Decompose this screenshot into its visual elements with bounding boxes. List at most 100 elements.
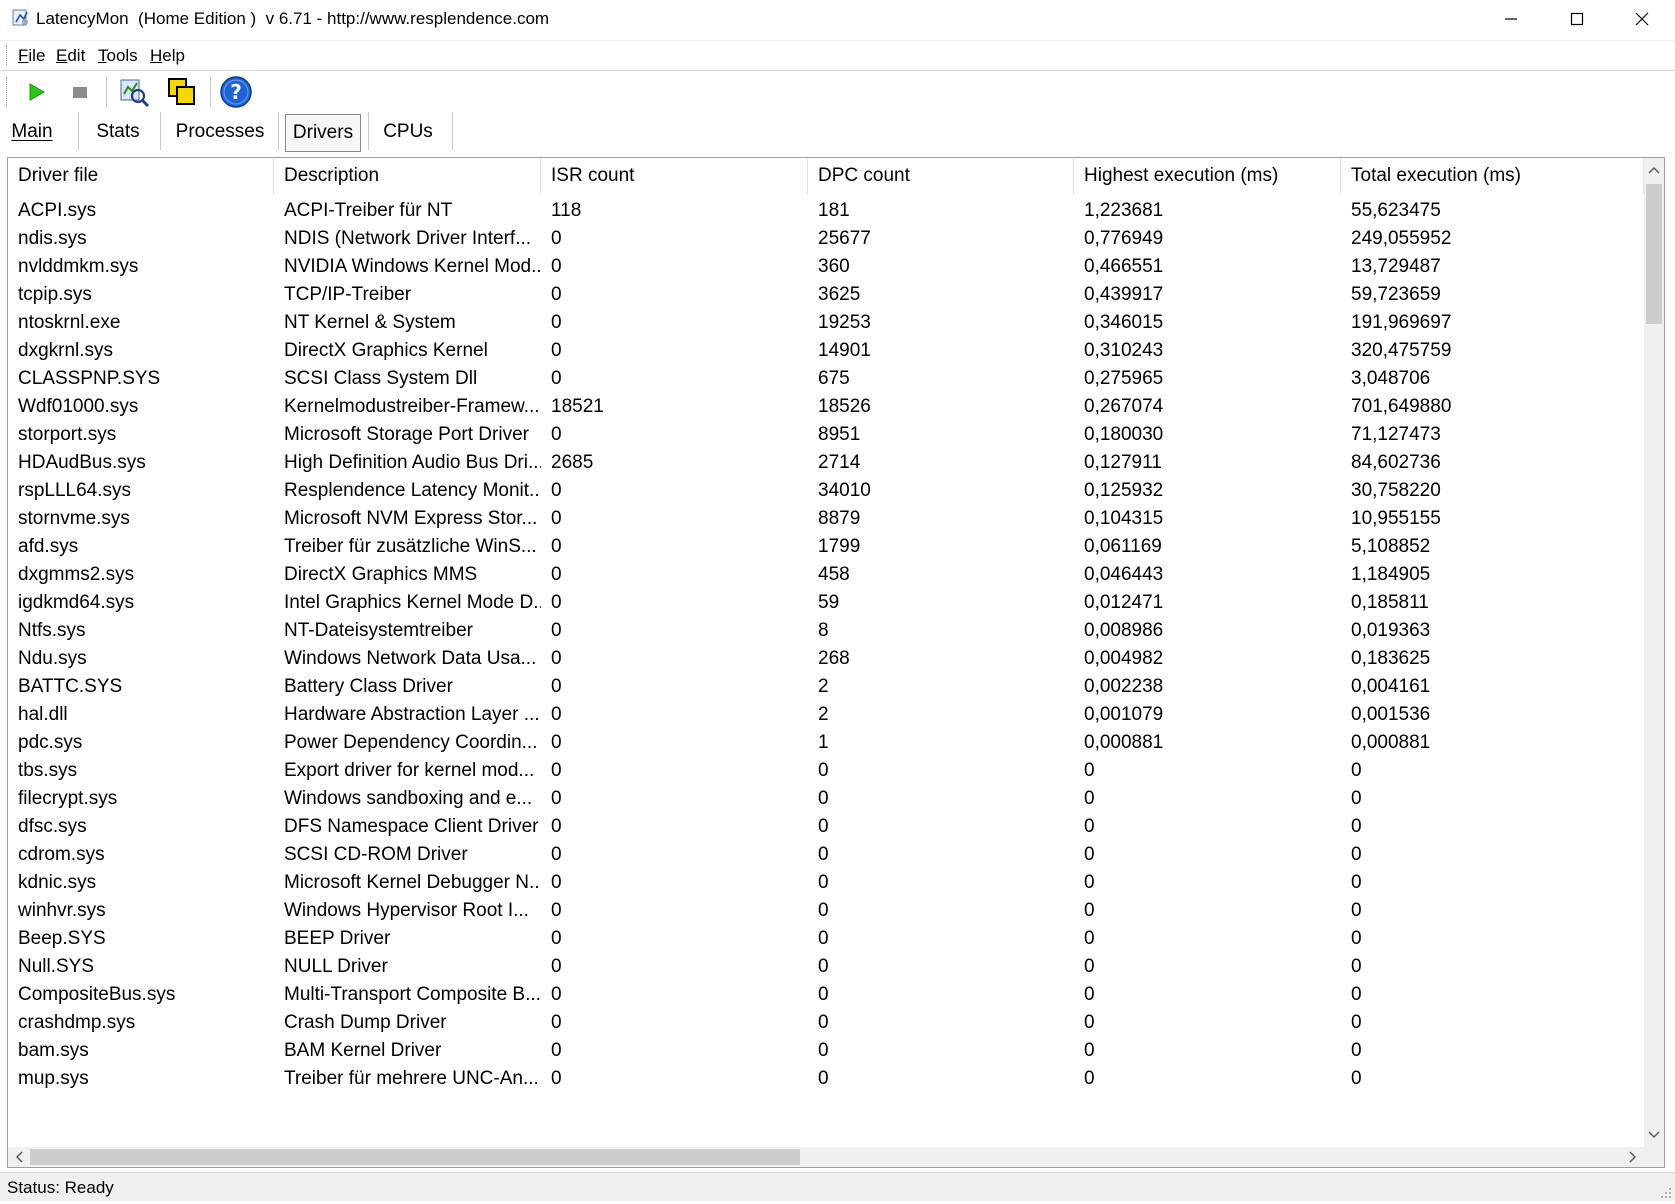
scroll-down-button[interactable] bbox=[1644, 1123, 1664, 1147]
table-row[interactable]: CompositeBus.sys Multi-Transport Composit… bbox=[8, 980, 1644, 1010]
menu-edit[interactable]: Edit bbox=[56, 46, 85, 66]
col-total-execution: 0,183625 bbox=[1351, 648, 1431, 669]
menu-file[interactable]: File bbox=[18, 46, 45, 66]
table-row[interactable]: ACPI.sys ACPI-Treiber für NT 118 181 1,22368… bbox=[8, 196, 1644, 226]
table-row[interactable]: Null.SYS NULL Driver 0 0 0 0 bbox=[8, 952, 1644, 982]
col-highest-execution: 0,061169 bbox=[1084, 536, 1162, 557]
menu-help[interactable]: Help bbox=[150, 46, 185, 66]
table-row[interactable]: storport.sys Microsoft Storage Port Drive… bbox=[8, 420, 1644, 450]
col-highest-execution: 0 bbox=[1084, 788, 1095, 809]
toolbar-separator bbox=[210, 77, 211, 107]
col-description: DFS Namespace Client Driver bbox=[284, 816, 539, 837]
col-driver-file: Ndu.sys bbox=[18, 648, 87, 669]
col-description: Power Dependency Coordin... bbox=[284, 732, 538, 753]
tab-drivers[interactable]: Drivers bbox=[285, 114, 361, 152]
vertical-scroll-thumb[interactable] bbox=[1646, 184, 1662, 324]
tab-stats[interactable]: Stats bbox=[86, 114, 150, 150]
table-row[interactable]: mup.sys Treiber für mehrere UNC-An... 0 0 0 0 bbox=[8, 1064, 1644, 1094]
resize-grip-icon[interactable] bbox=[1660, 1186, 1672, 1198]
column-header-total-execution[interactable]: Total execution (ms) bbox=[1341, 158, 1644, 194]
minimize-button[interactable] bbox=[1478, 0, 1544, 38]
col-total-execution: 55,623475 bbox=[1351, 200, 1441, 221]
table-row[interactable]: BATTC.SYS Battery Class Driver 0 2 0,002238 0… bbox=[8, 672, 1644, 702]
col-highest-execution: 0,104315 bbox=[1084, 508, 1164, 529]
table-row[interactable]: dfsc.sys DFS Namespace Client Driver 0 0 0 0 bbox=[8, 812, 1644, 842]
col-total-execution: 0 bbox=[1351, 1068, 1362, 1089]
table-row[interactable]: ndis.sys NDIS (Network Driver Interf... 0 2… bbox=[8, 224, 1644, 254]
copy-button[interactable] bbox=[164, 75, 200, 109]
stop-button[interactable] bbox=[62, 75, 98, 109]
col-highest-execution: 0 bbox=[1084, 1012, 1095, 1033]
col-description: Export driver for kernel mod... bbox=[284, 760, 535, 781]
close-icon bbox=[1635, 12, 1649, 26]
table-row[interactable]: bam.sys BAM Kernel Driver 0 0 0 0 bbox=[8, 1036, 1644, 1066]
column-header-highest-execution[interactable]: Highest execution (ms) bbox=[1074, 158, 1341, 194]
col-dpc-count: 2714 bbox=[818, 452, 861, 473]
column-header-description[interactable]: Description bbox=[274, 158, 541, 194]
maximize-button[interactable] bbox=[1544, 0, 1610, 38]
column-header-driver-file[interactable]: Driver file bbox=[8, 158, 274, 194]
col-description: DirectX Graphics Kernel bbox=[284, 340, 488, 361]
table-row[interactable]: rspLLL64.sys Resplendence Latency Monit..… bbox=[8, 476, 1644, 506]
horizontal-scroll-thumb[interactable] bbox=[30, 1149, 800, 1165]
col-description: Multi-Transport Composite B... bbox=[284, 984, 541, 1005]
toolbar: ? bbox=[0, 70, 1675, 113]
close-button[interactable] bbox=[1609, 0, 1675, 38]
table-row[interactable]: dxgkrnl.sys DirectX Graphics Kernel 0 14901… bbox=[8, 336, 1644, 366]
table-row[interactable]: Wdf01000.sys Kernelmodustreiber-Framew...… bbox=[8, 392, 1644, 422]
col-highest-execution: 0,466551 bbox=[1084, 256, 1164, 277]
table-row[interactable]: Ntfs.sys NT-Dateisystemtreiber 0 8 0,008986 0… bbox=[8, 616, 1644, 646]
col-dpc-count: 8951 bbox=[818, 424, 861, 445]
table-row[interactable]: CLASSPNP.SYS SCSI Class System Dll 0 675 0,2… bbox=[8, 364, 1644, 394]
table-row[interactable]: tbs.sys Export driver for kernel mod... 0 0… bbox=[8, 756, 1644, 786]
help-button[interactable]: ? bbox=[218, 75, 254, 109]
table-row[interactable]: dxgmms2.sys DirectX Graphics MMS 0 458 0,046… bbox=[8, 560, 1644, 590]
col-total-execution: 0,004161 bbox=[1351, 676, 1431, 697]
table-row[interactable]: igdkmd64.sys Intel Graphics Kernel Mode D… bbox=[8, 588, 1644, 618]
column-header-dpc-count[interactable]: DPC count bbox=[808, 158, 1074, 194]
col-total-execution: 1,184905 bbox=[1351, 564, 1431, 585]
table-row[interactable]: cdrom.sys SCSI CD-ROM Driver 0 0 0 0 bbox=[8, 840, 1644, 870]
table-row[interactable]: filecrypt.sys Windows sandboxing and e...… bbox=[8, 784, 1644, 814]
table-row[interactable]: winhvr.sys Windows Hypervisor Root I... 0 0… bbox=[8, 896, 1644, 926]
table-row[interactable]: Beep.SYS BEEP Driver 0 0 0 0 bbox=[8, 924, 1644, 954]
column-header-isr-count[interactable]: ISR count bbox=[541, 158, 808, 194]
scroll-right-button[interactable] bbox=[1622, 1147, 1644, 1167]
scroll-up-button[interactable] bbox=[1644, 158, 1664, 182]
col-isr-count: 0 bbox=[551, 732, 562, 753]
table-row[interactable]: afd.sys Treiber für zusätzliche WinS... 0 1… bbox=[8, 532, 1644, 562]
col-isr-count: 0 bbox=[551, 1068, 562, 1089]
tab-main[interactable]: Main bbox=[6, 114, 58, 150]
table-row[interactable]: kdnic.sys Microsoft Kernel Debugger N... 0… bbox=[8, 868, 1644, 898]
horizontal-scrollbar[interactable] bbox=[8, 1147, 1644, 1167]
scroll-left-button[interactable] bbox=[8, 1147, 30, 1167]
start-button[interactable] bbox=[18, 75, 54, 109]
table-row[interactable]: nvlddmkm.sys NVIDIA Windows Kernel Mod...… bbox=[8, 252, 1644, 282]
menu-tools[interactable]: Tools bbox=[98, 46, 138, 66]
menu-bar: File Edit Tools Help bbox=[0, 40, 1675, 69]
inspect-button[interactable] bbox=[116, 75, 152, 109]
col-total-execution: 0 bbox=[1351, 760, 1362, 781]
table-row[interactable]: ntoskrnl.exe NT Kernel & System 0 19253 0,34… bbox=[8, 308, 1644, 338]
col-isr-count: 0 bbox=[551, 228, 562, 249]
chevron-up-icon bbox=[1648, 167, 1660, 174]
table-row[interactable]: tcpip.sys TCP/IP-Treiber 0 3625 0,439917 59,7… bbox=[8, 280, 1644, 310]
table-row[interactable]: Ndu.sys Windows Network Data Usa... 0 268 0,… bbox=[8, 644, 1644, 674]
tab-cpus[interactable]: CPUs bbox=[374, 114, 442, 150]
table-row[interactable]: HDAudBus.sys High Definition Audio Bus Dr… bbox=[8, 448, 1644, 478]
col-dpc-count: 8879 bbox=[818, 508, 861, 529]
col-total-execution: 0 bbox=[1351, 844, 1362, 865]
table-row[interactable]: hal.dll Hardware Abstraction Layer ... 0 2 0… bbox=[8, 700, 1644, 730]
col-dpc-count: 0 bbox=[818, 844, 829, 865]
table-row[interactable]: stornvme.sys Microsoft NVM Express Stor..… bbox=[8, 504, 1644, 534]
col-dpc-count: 3625 bbox=[818, 284, 861, 305]
col-description: NDIS (Network Driver Interf... bbox=[284, 228, 532, 249]
vertical-scrollbar[interactable] bbox=[1644, 158, 1664, 1147]
col-description: Microsoft Kernel Debugger N... bbox=[284, 872, 541, 893]
table-row[interactable]: crashdmp.sys Crash Dump Driver 0 0 0 0 bbox=[8, 1008, 1644, 1038]
col-isr-count: 0 bbox=[551, 592, 562, 613]
col-driver-file: dxgkrnl.sys bbox=[18, 340, 114, 361]
table-row[interactable]: pdc.sys Power Dependency Coordin... 0 1 0,00… bbox=[8, 728, 1644, 758]
tab-processes[interactable]: Processes bbox=[168, 114, 272, 150]
col-description: NVIDIA Windows Kernel Mod... bbox=[284, 256, 541, 277]
